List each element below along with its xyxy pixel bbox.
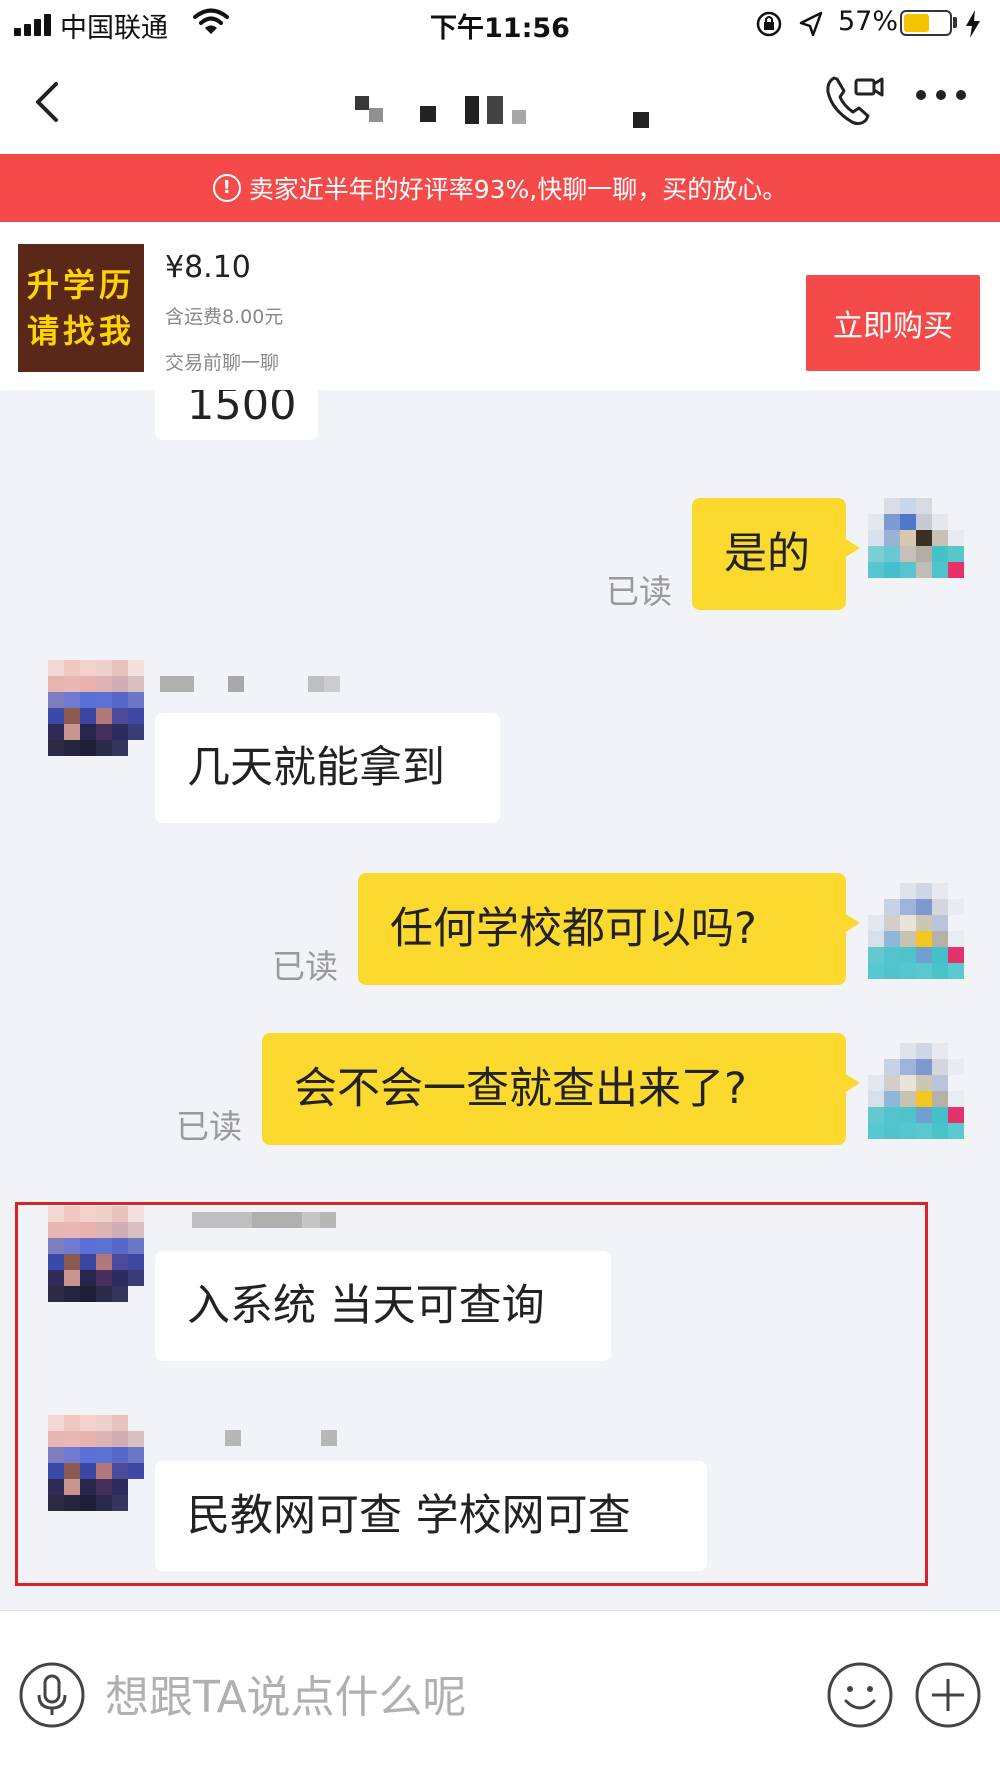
read-receipt: 已读 — [606, 572, 672, 611]
chevron-left-icon[interactable] — [28, 78, 68, 126]
message-text: 几天就能拿到 — [187, 742, 445, 793]
product-image-text-line1: 升学历 — [26, 266, 135, 304]
battery-tip — [953, 17, 957, 28]
battery-fill — [904, 14, 930, 32]
highlight-annotation-box — [15, 1202, 928, 1586]
message-bubble-outgoing[interactable]: 是的 — [692, 498, 860, 610]
banner-text: 卖家近半年的好评率93%,快聊一聊，买的放心。 — [248, 175, 788, 204]
message-input-bar — [0, 1610, 1000, 1777]
chat-hint: 交易前聊一聊 — [165, 352, 280, 374]
message-bubble-incoming[interactable]: 几天就能拿到 — [155, 713, 500, 823]
status-bar: 中国联通 下午11:56 57% — [0, 0, 1000, 48]
message-bubble-outgoing[interactable]: 会不会一查就查出来了? — [262, 1033, 860, 1145]
contact-name-pixelated — [355, 96, 655, 136]
my-avatar[interactable] — [868, 498, 964, 594]
product-card[interactable]: 升学历 请找我 ¥8.10 含运费8.00元 交易前聊一聊 立即购买 — [0, 222, 1000, 390]
my-avatar[interactable] — [868, 1043, 964, 1139]
seller-avatar[interactable] — [48, 660, 144, 756]
product-price: ¥8.10 — [165, 250, 251, 285]
plus-circle-icon[interactable] — [914, 1661, 982, 1729]
smiley-icon[interactable] — [826, 1661, 894, 1729]
info-circle-icon: ! — [212, 174, 241, 202]
chat-header — [0, 48, 1000, 154]
message-text: 会不会一查就查出来了? — [294, 1063, 747, 1114]
battery-icon — [900, 10, 952, 36]
read-receipt: 已读 — [272, 947, 338, 986]
battery-percent: 57% — [838, 6, 899, 37]
my-avatar[interactable] — [868, 883, 964, 979]
seller-rating-banner: ! 卖家近半年的好评率93%,快聊一聊，买的放心。 — [0, 154, 1000, 222]
shipping-fee: 含运费8.00元 — [165, 306, 284, 328]
message-text: 1500 — [187, 390, 297, 430]
microphone-icon[interactable] — [18, 1661, 86, 1729]
message-text: 任何学校都可以吗? — [390, 903, 757, 954]
message-bubble-outgoing[interactable]: 任何学校都可以吗? — [358, 873, 860, 985]
more-dots-icon[interactable] — [916, 90, 968, 106]
product-image-text-line2: 请找我 — [26, 312, 135, 350]
video-call-icon[interactable] — [822, 70, 886, 130]
sender-name-pixelated — [160, 676, 340, 692]
message-bubble-incoming[interactable]: 1500 — [155, 390, 318, 440]
read-receipt: 已读 — [176, 1107, 242, 1146]
location-arrow-icon — [799, 11, 823, 37]
message-text: 是的 — [724, 528, 810, 579]
product-thumbnail[interactable]: 升学历 请找我 — [18, 244, 144, 372]
buy-now-button[interactable]: 立即购买 — [806, 275, 980, 371]
charging-bolt-icon — [966, 10, 980, 38]
rotation-lock-icon — [756, 11, 782, 37]
message-input[interactable] — [105, 1669, 785, 1725]
